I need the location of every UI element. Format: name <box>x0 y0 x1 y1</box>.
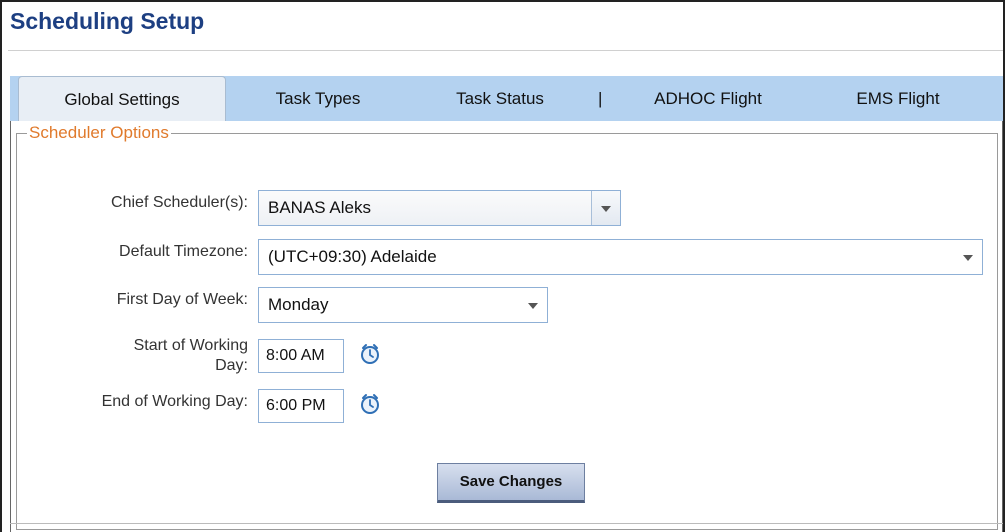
default-timezone-label: Default Timezone: <box>119 243 248 260</box>
tab-separator: | <box>598 89 603 108</box>
tab-global-settings[interactable]: Global Settings <box>18 76 226 121</box>
bottom-divider <box>10 523 1003 524</box>
tab-bar: Global Settings Task Types Task Status |… <box>10 76 1003 121</box>
tab-task-status[interactable]: Task Status <box>430 76 570 121</box>
chief-scheduler-value: BANAS Aleks <box>268 198 371 217</box>
save-changes-button[interactable]: Save Changes <box>437 463 585 503</box>
clock-icon[interactable] <box>359 343 381 365</box>
end-working-day-input[interactable]: 6:00 PM <box>258 389 344 423</box>
tab-adhoc-flight[interactable]: ADHOC Flight <box>628 76 788 121</box>
title-divider <box>8 50 1003 51</box>
page-title: Scheduling Setup <box>10 8 205 34</box>
first-day-label: First Day of Week: <box>116 291 248 308</box>
first-day-select[interactable]: Monday <box>258 287 548 323</box>
clock-icon[interactable] <box>359 393 381 415</box>
first-day-value: Monday <box>268 295 329 314</box>
start-working-day-label: Start of Working Day: <box>20 336 248 376</box>
chief-scheduler-label: Chief Scheduler(s): <box>111 194 248 211</box>
chevron-down-icon[interactable] <box>519 288 547 322</box>
tab-ems-flight[interactable]: EMS Flight <box>828 76 968 121</box>
start-working-day-label-line2: Day: <box>215 357 248 374</box>
end-working-day-label: End of Working Day: <box>101 393 248 410</box>
default-timezone-select[interactable]: (UTC+09:30) Adelaide <box>258 239 983 275</box>
start-working-day-input[interactable]: 8:00 AM <box>258 339 344 373</box>
chevron-down-icon[interactable] <box>954 240 982 274</box>
section-legend: Scheduler Options <box>27 123 171 143</box>
tab-task-types[interactable]: Task Types <box>248 76 388 121</box>
default-timezone-value: (UTC+09:30) Adelaide <box>268 247 437 266</box>
chief-scheduler-select[interactable]: BANAS Aleks <box>258 190 621 226</box>
start-working-day-label-line1: Start of Working <box>133 337 248 354</box>
chevron-down-icon[interactable] <box>591 191 620 225</box>
